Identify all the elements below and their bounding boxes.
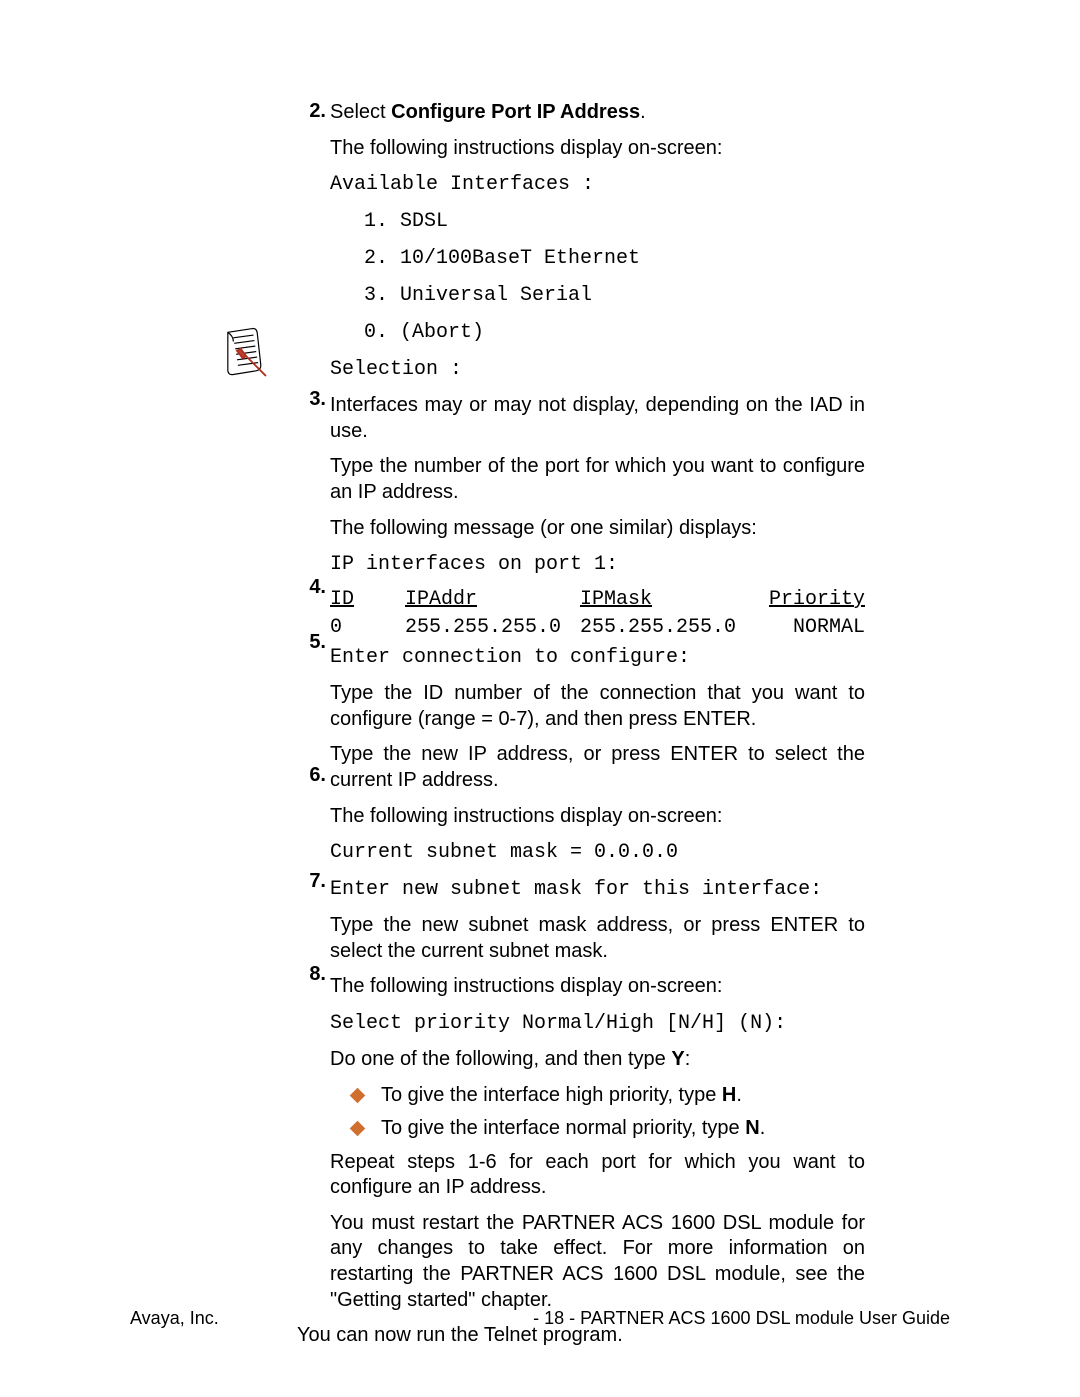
th-priority: Priority	[755, 588, 865, 611]
mono-select-priority: Select priority Normal/High [N/H] (N):	[330, 1010, 865, 1037]
bullet-high-priority: To give the interface high priority, typ…	[352, 1083, 865, 1109]
content: Select Configure Port IP Address. The fo…	[330, 100, 865, 1359]
th-ipaddr: IPAddr	[405, 588, 565, 611]
step-number-2: 2.	[298, 100, 326, 123]
footer-page-number: - 18 -	[533, 1308, 580, 1328]
step-number-8: 8.	[298, 963, 326, 986]
step3-line1: Type the number of the port for which yo…	[330, 454, 865, 505]
step2-note: Interfaces may or may not display, depen…	[330, 393, 865, 444]
text-bold: N	[745, 1117, 759, 1139]
mono-option-3: 3. Universal Serial	[364, 282, 865, 309]
bullet-text: To give the interface high priority, typ…	[381, 1083, 742, 1109]
td-id: 0	[330, 616, 390, 639]
step-number-7: 7.	[298, 870, 326, 893]
step2-instruction: The following instructions display on-sc…	[330, 136, 865, 162]
step8-line2: You must restart the PARTNER ACS 1600 DS…	[330, 1211, 865, 1313]
footer-guide-title: PARTNER ACS 1600 DSL module User Guide	[580, 1308, 950, 1328]
mono-enter-subnet: Enter new subnet mask for this interface…	[330, 876, 865, 903]
text-bold: H	[722, 1084, 736, 1106]
step8-line1: Repeat steps 1-6 for each port for which…	[330, 1150, 865, 1201]
step2-select-line: Select Configure Port IP Address.	[330, 100, 865, 126]
ip-table-header: ID IPAddr IPMask Priority	[330, 588, 865, 611]
td-priority: NORMAL	[755, 616, 865, 639]
step-number-5: 5.	[298, 631, 326, 654]
step-number-3: 3.	[298, 388, 326, 411]
td-ipmask: 255.255.255.0	[580, 616, 740, 639]
text: :	[685, 1048, 691, 1070]
bullet-text: To give the interface normal priority, t…	[381, 1116, 765, 1142]
text: .	[640, 101, 646, 123]
step6-line2: The following instructions display on-sc…	[330, 974, 865, 1000]
ip-table-row: 0 255.255.255.0 255.255.255.0 NORMAL	[330, 616, 865, 639]
mono-option-0: 0. (Abort)	[364, 319, 865, 346]
note-icon	[215, 325, 270, 380]
mono-current-subnet: Current subnet mask = 0.0.0.0	[330, 839, 865, 866]
text: To give the interface normal priority, t…	[381, 1117, 745, 1139]
step3-line2: The following message (or one similar) d…	[330, 516, 865, 542]
step4-text: Type the ID number of the connection tha…	[330, 681, 865, 732]
step5-line2: The following instructions display on-sc…	[330, 804, 865, 830]
mono-option-2: 2. 10/100BaseT Ethernet	[364, 245, 865, 272]
text: .	[736, 1084, 742, 1106]
step5-line1: Type the new IP address, or press ENTER …	[330, 742, 865, 793]
mono-option-1: 1. SDSL	[364, 208, 865, 235]
step-number-6: 6.	[298, 764, 326, 787]
th-id: ID	[330, 588, 390, 611]
footer-company: Avaya, Inc.	[130, 1308, 219, 1329]
text: .	[760, 1117, 766, 1139]
step-number-4: 4.	[298, 576, 326, 599]
diamond-bullet-icon	[350, 1087, 366, 1103]
diamond-bullet-icon	[350, 1121, 366, 1137]
th-ipmask: IPMask	[580, 588, 740, 611]
page-footer: Avaya, Inc. - 18 - PARTNER ACS 1600 DSL …	[130, 1308, 950, 1329]
text: Do one of the following, and then type	[330, 1048, 671, 1070]
text: Select	[330, 101, 391, 123]
step6-line1: Type the new subnet mask address, or pre…	[330, 913, 865, 964]
page: 2. 3. 4. 5. 6. 7. 8. Select Configure Po…	[0, 0, 1080, 1397]
mono-enter-connection: Enter connection to configure:	[330, 644, 865, 671]
mono-available-interfaces: Available Interfaces :	[330, 171, 865, 198]
mono-selection: Selection :	[330, 356, 865, 383]
text-bold: Configure Port IP Address	[391, 101, 640, 123]
footer-page-title: - 18 - PARTNER ACS 1600 DSL module User …	[533, 1308, 950, 1329]
text: To give the interface high priority, typ…	[381, 1084, 722, 1106]
mono-ip-interfaces: IP interfaces on port 1:	[330, 551, 865, 578]
td-ipaddr: 255.255.255.0	[405, 616, 565, 639]
text-bold: Y	[671, 1048, 684, 1070]
step7-line1: Do one of the following, and then type Y…	[330, 1047, 865, 1073]
bullet-normal-priority: To give the interface normal priority, t…	[352, 1116, 865, 1142]
